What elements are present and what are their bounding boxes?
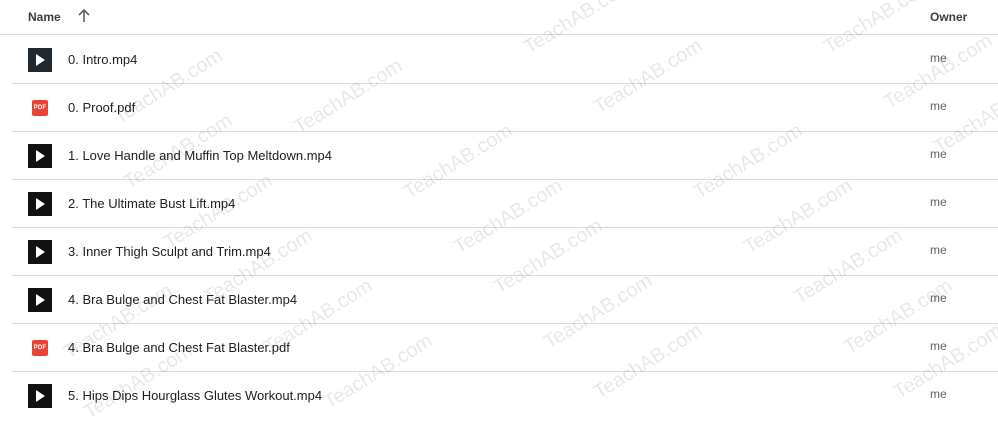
file-row[interactable]: 2. The Ultimate Bust Lift.mp4 me: [12, 180, 998, 228]
pdf-file-icon: PDF: [32, 100, 48, 116]
video-file-icon: [28, 192, 52, 216]
file-row[interactable]: 4. Bra Bulge and Chest Fat Blaster.mp4 m…: [12, 276, 998, 324]
file-name[interactable]: 5. Hips Dips Hourglass Glutes Workout.mp…: [68, 388, 322, 403]
file-list: 0. Intro.mp4 me PDF 0. Proof.pdf me 1. L…: [0, 36, 998, 419]
file-owner: me: [930, 339, 947, 353]
file-row[interactable]: PDF 4. Bra Bulge and Chest Fat Blaster.p…: [12, 324, 998, 372]
owner-column-header[interactable]: Owner: [930, 10, 967, 24]
file-row[interactable]: 0. Intro.mp4 me: [12, 36, 998, 84]
arrow-up-icon[interactable]: [77, 8, 91, 24]
video-file-icon: [28, 144, 52, 168]
file-name[interactable]: 2. The Ultimate Bust Lift.mp4: [68, 196, 235, 211]
video-file-icon: [28, 48, 52, 72]
file-name[interactable]: 4. Bra Bulge and Chest Fat Blaster.mp4: [68, 292, 297, 307]
file-row[interactable]: 5. Hips Dips Hourglass Glutes Workout.mp…: [12, 372, 998, 419]
file-row[interactable]: PDF 0. Proof.pdf me: [12, 84, 998, 132]
file-owner: me: [930, 243, 947, 257]
file-row[interactable]: 1. Love Handle and Muffin Top Meltdown.m…: [12, 132, 998, 180]
video-file-icon: [28, 288, 52, 312]
pdf-file-icon: PDF: [32, 340, 48, 356]
video-file-icon: [28, 384, 52, 408]
file-list-header: Name Owner: [0, 0, 998, 35]
name-column-header[interactable]: Name: [28, 10, 61, 24]
file-row[interactable]: 3. Inner Thigh Sculpt and Trim.mp4 me: [12, 228, 998, 276]
file-owner: me: [930, 147, 947, 161]
file-owner: me: [930, 51, 947, 65]
file-owner: me: [930, 387, 947, 401]
file-name[interactable]: 4. Bra Bulge and Chest Fat Blaster.pdf: [68, 340, 290, 355]
file-name[interactable]: 0. Proof.pdf: [68, 100, 135, 115]
file-owner: me: [930, 195, 947, 209]
file-name[interactable]: 0. Intro.mp4: [68, 52, 137, 67]
file-name[interactable]: 1. Love Handle and Muffin Top Meltdown.m…: [68, 148, 332, 163]
video-file-icon: [28, 240, 52, 264]
file-name[interactable]: 3. Inner Thigh Sculpt and Trim.mp4: [68, 244, 271, 259]
file-owner: me: [930, 291, 947, 305]
file-owner: me: [930, 99, 947, 113]
